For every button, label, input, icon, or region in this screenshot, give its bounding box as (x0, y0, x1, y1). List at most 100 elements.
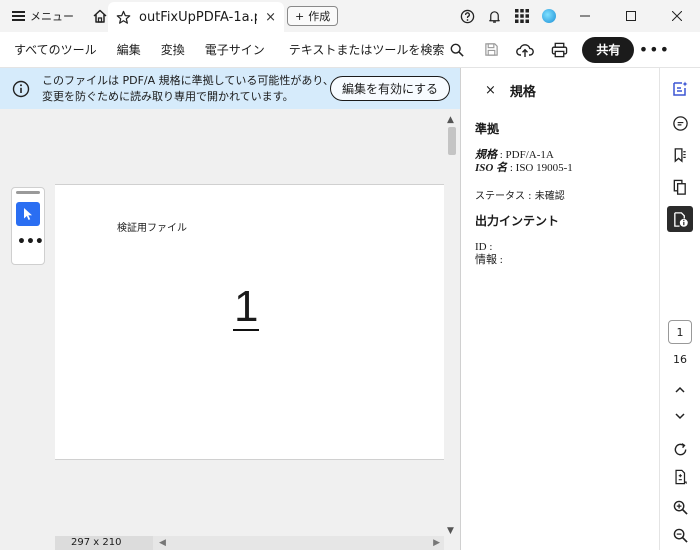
print-icon (551, 42, 568, 57)
total-pages-label: 16 (673, 353, 687, 366)
scroll-right-icon[interactable]: ▶ (433, 538, 440, 548)
rail-standards-button[interactable] (667, 206, 693, 232)
ai-assistant-icon (673, 81, 688, 96)
drag-handle[interactable] (16, 191, 40, 194)
info-row: 情報 : (475, 254, 503, 266)
iso-key: ISO 名 (475, 162, 508, 174)
zoom-out-button[interactable] (667, 522, 693, 548)
maximize-button[interactable] (608, 0, 654, 32)
maximize-icon (626, 11, 636, 21)
standard-value: : PDF/A-1A (497, 149, 554, 161)
plus-icon: + (295, 9, 305, 23)
next-page-button[interactable] (667, 403, 693, 429)
menu-button[interactable]: メニュー (0, 0, 82, 32)
titlebar-right (454, 0, 700, 32)
banner-line-1: このファイルは PDF/A 規格に準拠している可能性があり、 (42, 73, 334, 87)
standard-row: 規格 : PDF/A-1A (475, 149, 645, 162)
toolbar-edit[interactable]: 編集 (107, 32, 151, 68)
chevron-down-icon (675, 413, 685, 420)
standard-key: 規格 (475, 149, 497, 161)
quick-tools-more-button[interactable]: ••• (17, 234, 44, 250)
profile-avatar (541, 9, 556, 23)
cloud-upload-icon (516, 43, 535, 57)
page-text-number: 1 (233, 282, 260, 331)
rail-bookmark-button[interactable] (667, 142, 693, 168)
share-button[interactable]: 共有 (582, 36, 635, 63)
toolbar-convert[interactable]: 変換 (151, 32, 195, 68)
pdf-page: 検証用ファイル 1 (55, 184, 444, 460)
select-tool-button[interactable] (16, 202, 40, 226)
fit-page-icon (674, 469, 687, 485)
apps-button[interactable] (508, 0, 535, 32)
pages-icon (673, 179, 686, 195)
scroll-down-icon[interactable]: ▼ (447, 526, 454, 536)
chevron-up-icon (675, 386, 685, 393)
main-toolbar: すべてのツール 編集 変換 電子サイン テキストまたはツールを検索 共有 ••• (0, 32, 700, 68)
iso-value: : ISO 19005-1 (507, 162, 573, 174)
minimize-button[interactable] (562, 0, 608, 32)
help-button[interactable] (454, 0, 481, 32)
enable-editing-button[interactable]: 編集を有効にする (330, 76, 450, 101)
toolbar-all-tools[interactable]: すべてのツール (0, 32, 107, 68)
page-text-label: 検証用ファイル (117, 223, 187, 234)
comment-icon (672, 115, 688, 131)
rail-comment-button[interactable] (667, 110, 693, 136)
more-options-button[interactable]: ••• (634, 32, 674, 68)
toolbar-e-sign[interactable]: 電子サイン (195, 32, 275, 68)
standards-info-icon (673, 211, 688, 227)
fit-page-button[interactable] (667, 464, 693, 490)
home-icon (93, 9, 107, 23)
refresh-icon (674, 442, 686, 455)
cursor-arrow-icon (24, 208, 32, 220)
rail-pages-button[interactable] (667, 174, 693, 200)
hamburger-icon (12, 11, 25, 21)
banner-line-2: 変更を防ぐために読み取り専用で開かれています。 (42, 89, 294, 103)
apps-grid-icon (514, 9, 529, 23)
page-size-label: 297 x 210 mm (55, 536, 153, 550)
close-icon (672, 11, 682, 21)
print-button[interactable] (542, 32, 576, 68)
document-viewer[interactable]: ••• 検証用ファイル 1 ▲ ▼ 297 x 210 mm ◀ ▶ (0, 109, 460, 550)
vertical-scrollbar[interactable]: ▲ ▼ (446, 109, 458, 536)
iso-row: ISO 名 : ISO 19005-1 (475, 162, 645, 175)
scroll-up-icon[interactable]: ▲ (447, 115, 454, 125)
search-icon (451, 43, 465, 57)
previous-page-button[interactable] (667, 377, 693, 403)
scrollbar-thumb[interactable] (448, 127, 456, 155)
right-rail: 1 16 (659, 68, 700, 550)
close-window-button[interactable] (654, 0, 700, 32)
title-bar: メニュー outFixUpPDFA-1a.pdf × + 作成 (0, 0, 700, 32)
bookmark-icon (674, 147, 686, 163)
star-icon[interactable] (116, 10, 131, 25)
info-icon (12, 80, 30, 97)
bell-icon (489, 10, 500, 23)
new-document-button[interactable]: + 作成 (287, 6, 339, 26)
zoom-in-button[interactable] (667, 494, 693, 520)
document-tab[interactable]: outFixUpPDFA-1a.pdf × (108, 2, 284, 32)
quick-tools-bar: ••• (11, 187, 45, 265)
scroll-left-icon[interactable]: ◀ (159, 538, 166, 548)
zoom-in-icon (673, 500, 688, 515)
new-label: 作成 (308, 10, 331, 23)
output-intent-heading: 出力インテント (475, 214, 560, 228)
help-icon (460, 9, 475, 23)
notifications-button[interactable] (481, 0, 508, 32)
profile-button[interactable] (535, 0, 562, 32)
search-label: テキストまたはツールを検索 (288, 43, 445, 57)
tab-title: outFixUpPDFA-1a.pdf (139, 9, 257, 25)
status-bar: 297 x 210 mm ◀ ▶ (55, 536, 444, 550)
menu-label: メニュー (30, 10, 74, 23)
panel-close-icon[interactable]: × (485, 83, 496, 98)
rail-ai-assistant-button[interactable] (667, 76, 693, 102)
refresh-button[interactable] (667, 436, 693, 462)
tab-close-icon[interactable]: × (265, 10, 276, 25)
conformance-heading: 準拠 (475, 122, 500, 136)
zoom-out-icon (673, 528, 688, 543)
save-button[interactable] (474, 32, 508, 68)
banner-message: このファイルは PDF/A 規格に準拠している可能性があり、 変更を防ぐために読… (42, 73, 342, 105)
current-page-input[interactable]: 1 (668, 320, 692, 344)
save-icon (485, 43, 498, 56)
minimize-icon (580, 15, 590, 17)
search-tools-button[interactable]: テキストまたはツールを検索 (281, 32, 473, 68)
upload-button[interactable] (508, 32, 542, 68)
